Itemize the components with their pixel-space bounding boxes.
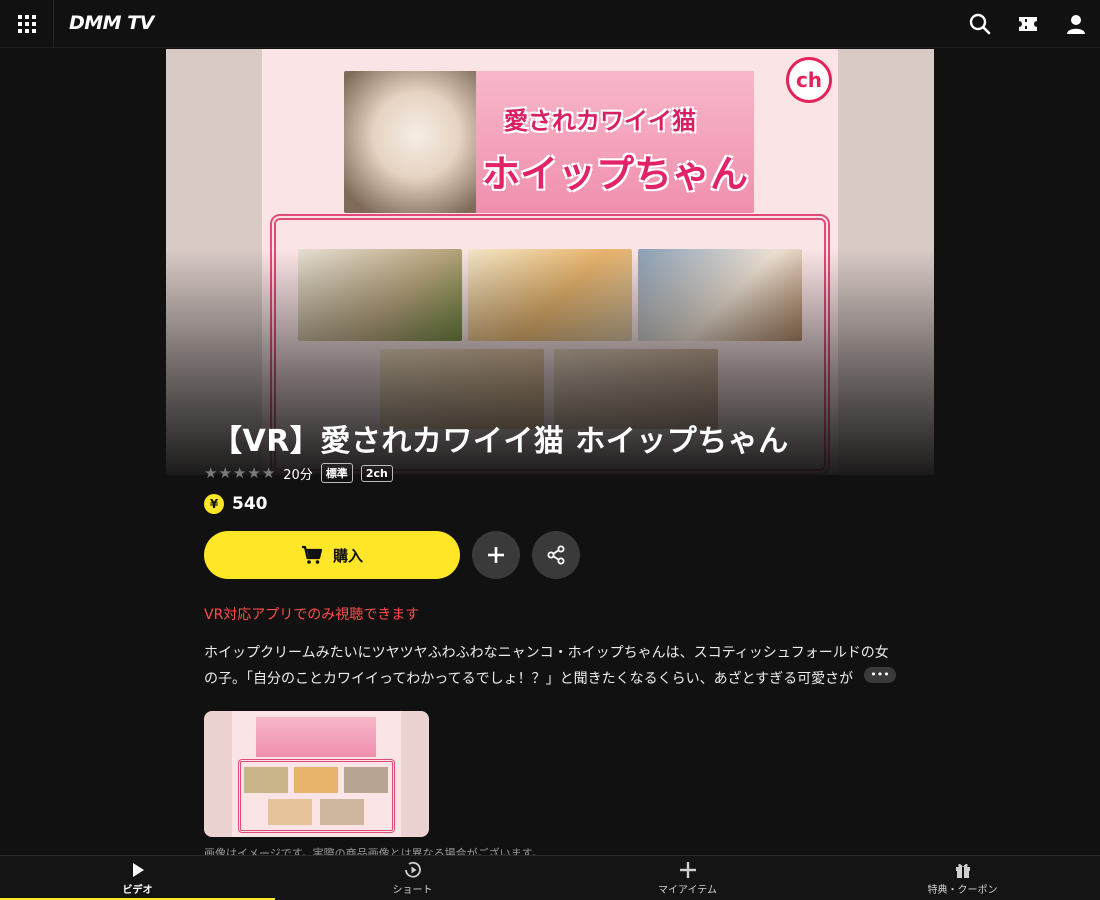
thumbnail-photo	[268, 799, 312, 825]
account-button[interactable]	[1064, 12, 1088, 36]
share-button[interactable]	[532, 531, 580, 579]
vr-notice: VR対応アプリでのみ視聴できます	[204, 607, 420, 623]
thumbnail-banner	[256, 717, 376, 757]
channel-badge-logo: ch	[786, 57, 832, 103]
star-icon: ★	[232, 464, 247, 482]
dmm-tv-logo[interactable]: DMM TV	[69, 12, 154, 34]
thumbnail-photo	[294, 767, 338, 793]
gift-icon	[955, 863, 970, 878]
thumbnail-photo	[320, 799, 364, 825]
cart-icon	[301, 545, 323, 564]
grid-menu-button[interactable]	[0, 0, 54, 48]
top-header: DMM TV	[0, 0, 1100, 48]
star-icon: ★	[261, 464, 276, 482]
share-icon	[547, 545, 565, 565]
add-to-list-button[interactable]	[472, 531, 520, 579]
user-icon	[1067, 15, 1085, 34]
page-title: 【VR】愛されカワイイ猫 ホイップちゃん	[212, 424, 789, 459]
nav-short[interactable]: ショート	[275, 856, 550, 900]
ticket-icon	[1019, 17, 1037, 31]
audio-tag: 2ch	[360, 464, 393, 482]
price-amount: 540	[232, 494, 268, 514]
rating-stars: ★ ★ ★ ★ ★	[204, 464, 275, 482]
buy-button-label: 購入	[332, 546, 363, 565]
banner-title-line1: 愛されカワイイ猫	[504, 107, 696, 135]
nav-label: 特典・クーポン	[927, 885, 998, 896]
cat-photo	[344, 71, 476, 213]
thumbnail-photo	[344, 767, 388, 793]
buy-button[interactable]: 購入	[204, 531, 460, 579]
nav-label: ビデオ	[122, 885, 153, 896]
play-icon	[132, 863, 144, 877]
thumbnail-photo	[244, 767, 288, 793]
thumbnail-image	[232, 711, 401, 837]
nav-video[interactable]: ビデオ	[0, 856, 275, 900]
nav-benefits-coupons[interactable]: 特典・クーポン	[825, 856, 1100, 900]
grid-menu-icon	[17, 15, 36, 33]
sample-thumbnail[interactable]	[204, 711, 429, 837]
star-icon: ★	[247, 464, 261, 482]
meta-row: ★ ★ ★ ★ ★ 20分 標準 2ch	[204, 462, 393, 484]
search-icon	[969, 13, 991, 35]
ticket-button[interactable]	[1016, 12, 1040, 36]
plus-icon	[488, 547, 504, 563]
search-button[interactable]	[968, 12, 992, 36]
nav-label: マイアイテム	[658, 885, 717, 896]
nav-label: ショート	[392, 885, 433, 896]
banner-title-line2: ホイップちゃん	[482, 152, 749, 196]
description: ホイップクリームみたいにツヤツヤふわふわなニャンコ・ホイップちゃんは、スコティッ…	[204, 645, 889, 687]
hero-key-visual: 愛されカワイイ猫 ホイップちゃん ch	[166, 49, 934, 475]
quality-tag: 標準	[320, 463, 353, 483]
expand-description-button[interactable]: •••	[864, 667, 896, 683]
duration: 20分	[283, 467, 313, 483]
short-play-icon	[404, 861, 421, 878]
yen-coin-icon: ¥	[204, 494, 224, 514]
nav-my-items[interactable]: マイアイテム	[550, 856, 825, 900]
price: ¥ 540	[204, 494, 268, 514]
bottom-navigation: ビデオ ショート マイアイテム 特典・クーポン	[0, 855, 1100, 900]
plus-icon	[679, 862, 696, 878]
title-banner: 愛されカワイイ猫 ホイップちゃん	[344, 71, 754, 213]
star-icon: ★	[204, 464, 218, 482]
star-icon: ★	[218, 464, 232, 482]
